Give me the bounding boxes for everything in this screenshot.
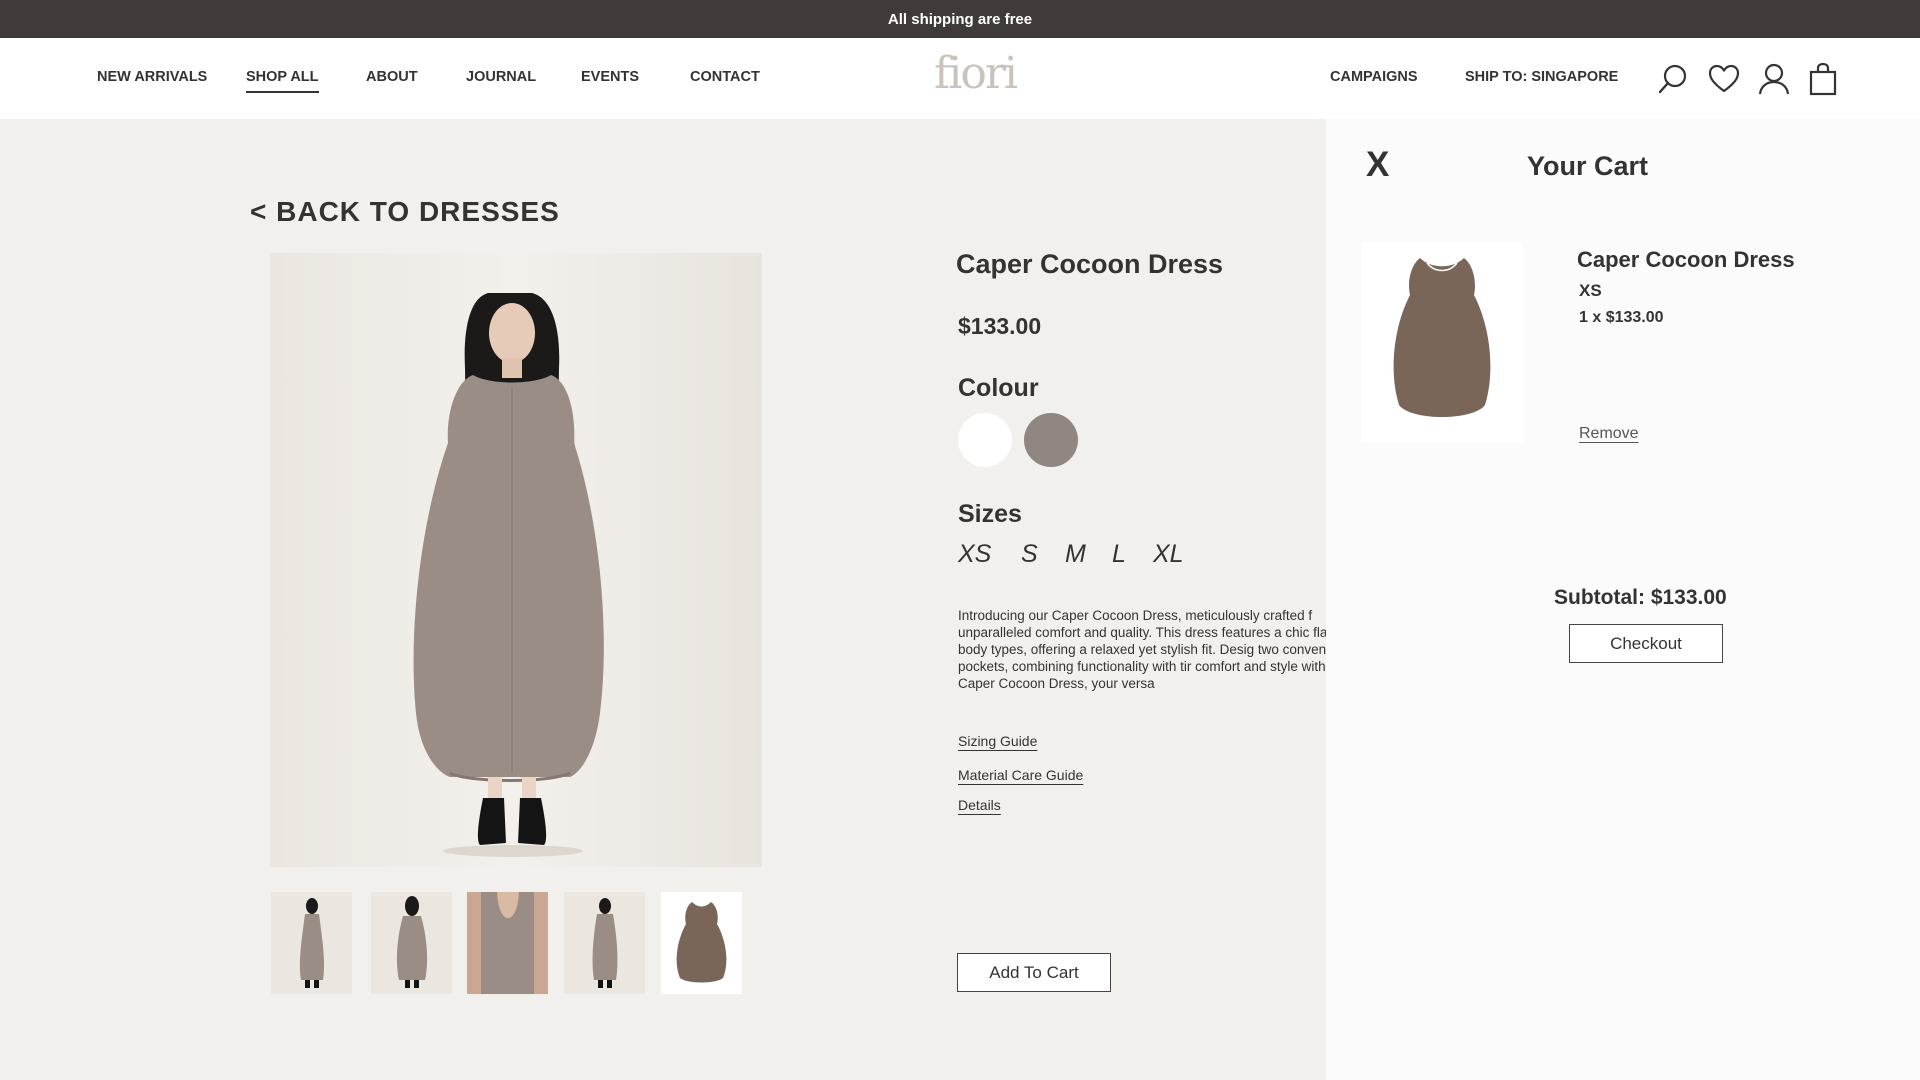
product-price: $133.00 <box>958 313 1042 339</box>
cart-subtotal: Subtotal: $133.00 <box>1554 586 1727 609</box>
promo-bar: All shipping are free <box>0 0 1920 38</box>
product-description: Introducing our Caper Cocoon Dress, meti… <box>958 607 1326 693</box>
cart-drawer: X Your Cart Caper Cocoon Dress XS 1 x $1… <box>1326 119 1920 1080</box>
nav-journal[interactable]: JOURNAL <box>466 69 536 85</box>
promo-text: All shipping are free <box>887 10 1033 28</box>
product-thumbnail-5[interactable] <box>661 892 742 994</box>
cart-item-name: Caper Cocoon Dress <box>1577 247 1795 272</box>
details-link[interactable]: Details <box>958 797 1001 813</box>
shopping-bag-icon[interactable] <box>1806 62 1840 96</box>
cart-close-button[interactable]: X <box>1366 145 1389 185</box>
search-icon[interactable] <box>1656 62 1690 96</box>
nav-new-arrivals[interactable]: NEW ARRIVALS <box>97 69 207 85</box>
cart-title: Your Cart <box>1527 151 1649 181</box>
back-to-dresses-link[interactable]: < BACK TO DRESSES <box>250 196 560 228</box>
product-thumbnail-1[interactable] <box>271 892 352 994</box>
product-title: Caper Cocoon Dress <box>956 249 1224 279</box>
colour-swatch-taupe[interactable] <box>1024 413 1078 467</box>
product-main-image <box>270 253 762 867</box>
account-icon[interactable] <box>1757 62 1791 96</box>
colour-swatch-white[interactable] <box>958 413 1012 467</box>
size-option-l[interactable]: L <box>1112 540 1126 569</box>
nav-contact[interactable]: CONTACT <box>690 69 760 85</box>
cart-item-image <box>1361 243 1523 443</box>
nav-shop-all[interactable]: SHOP ALL <box>246 69 319 93</box>
product-thumbnail-3[interactable] <box>467 892 548 994</box>
material-care-guide-link[interactable]: Material Care Guide <box>958 767 1083 783</box>
nav-campaigns[interactable]: CAMPAIGNS <box>1330 69 1418 85</box>
nav-events[interactable]: EVENTS <box>581 69 639 85</box>
heart-icon[interactable] <box>1707 62 1741 96</box>
sizes-label: Sizes <box>958 500 1022 528</box>
product-thumbnail-2[interactable] <box>371 892 452 994</box>
cart-item-size: XS <box>1579 281 1602 300</box>
product-thumbnail-4[interactable] <box>564 892 645 994</box>
product-description-text: Introducing our Caper Cocoon Dress, meti… <box>958 608 1326 691</box>
size-option-m[interactable]: M <box>1065 540 1086 569</box>
size-option-s[interactable]: S <box>1021 540 1038 569</box>
colour-label: Colour <box>958 374 1039 402</box>
checkout-button[interactable]: Checkout <box>1569 624 1723 663</box>
sizing-guide-link[interactable]: Sizing Guide <box>958 733 1037 749</box>
nav-about[interactable]: ABOUT <box>366 69 418 85</box>
add-to-cart-button[interactable]: Add To Cart <box>957 953 1111 992</box>
nav-ship-to[interactable]: SHIP TO: SINGAPORE <box>1465 69 1618 85</box>
cart-item-qty-price: 1 x $133.00 <box>1579 309 1664 326</box>
size-option-xl[interactable]: XL <box>1153 540 1184 569</box>
cart-item-remove-link[interactable]: Remove <box>1579 425 1639 443</box>
brand-logo[interactable]: fiori <box>934 48 1018 99</box>
size-option-xs[interactable]: XS <box>958 540 991 569</box>
site-header: NEW ARRIVALS SHOP ALL ABOUT JOURNAL EVEN… <box>0 38 1920 119</box>
